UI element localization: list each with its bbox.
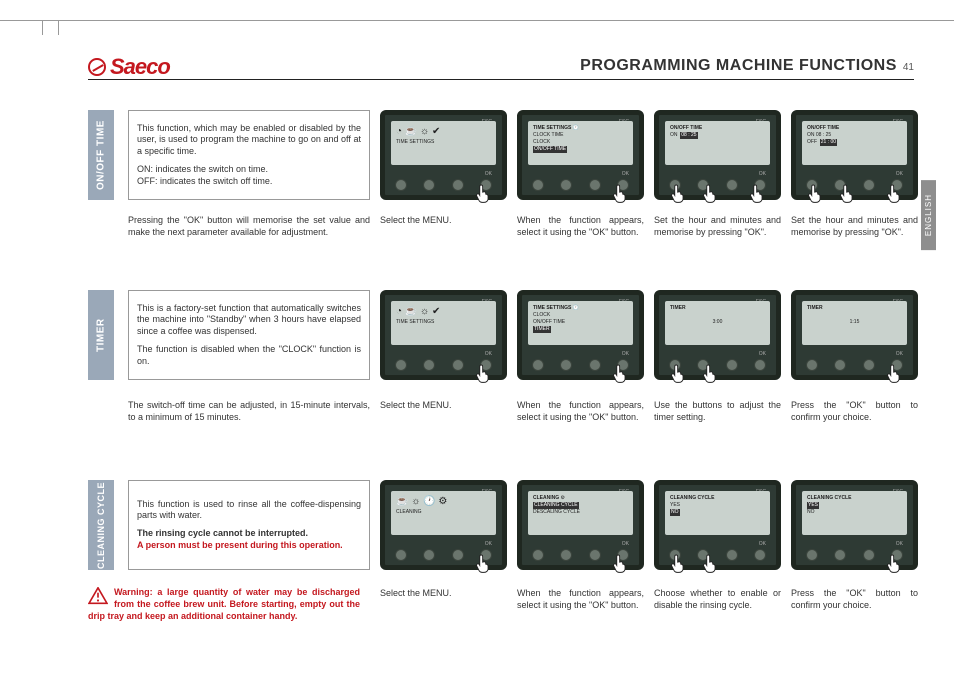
display-onoff-1: ESC ◔ ☕ ☼ ✔ TIME SETTINGS OK [380, 110, 507, 200]
display-cleaning-4: ESC CLEANING CYCLE YES NO OK [791, 480, 918, 570]
display-timer-2: ESC TIME SETTINGS 🕐 CLOCK ON/OFF TIME TI… [517, 290, 644, 380]
display-onoff-3: ESC ON/OFF TIME ON 08 : 25 OK [654, 110, 781, 200]
section-label-timer: TIMER [88, 290, 114, 380]
display-onoff-2: ESC TIME SETTINGS 🕐 CLOCK TIME CLOCK ON/… [517, 110, 644, 200]
display-cleaning-1: ESC ☕ ☼ 🕐 ⚙CLEANING OK [380, 480, 507, 570]
display-timer-3: ESC TIMER3:00 OK [654, 290, 781, 380]
menu-icons: ◔ ☕ ☼ ✔ [396, 125, 491, 139]
captions-cleaning: Select the MENU. When the function appea… [88, 588, 914, 611]
section-label-cleaning: CLEANING CYCLE [88, 480, 114, 570]
display-onoff-4: ESC ON/OFF TIME ON 08 : 25 OFF 21 : 00 O… [791, 110, 918, 200]
display-cleaning-2: ESC CLEANING ⚙ CLEANING CYCLE DESCALING … [517, 480, 644, 570]
screen-line: TIME SETTINGS [396, 139, 491, 146]
section-cleaning: CLEANING CYCLE This function is used to … [88, 480, 914, 570]
desc-onoff: This function, which may be enabled or d… [128, 110, 370, 200]
desc-cleaning: This function is used to rinse all the c… [128, 480, 370, 570]
display-timer-1: ESC ◔ ☕ ☼ ✔TIME SETTINGS OK [380, 290, 507, 380]
page-number: 41 [903, 62, 914, 73]
display-timer-4: ESC TIMER1:15 OK [791, 290, 918, 380]
desc-timer: This is a factory-set function that auto… [128, 290, 370, 380]
captions-timer: The switch-off time can be adjusted, in … [88, 400, 914, 423]
display-cleaning-3: ESC CLEANING CYCLE YES NO OK [654, 480, 781, 570]
language-tab: ENGLISH [921, 180, 936, 250]
title-bar: PROGRAMMING MACHINE FUNCTIONS 41 [88, 52, 914, 80]
section-label-onoff: ON/OFF TIME [88, 110, 114, 200]
page-title: PROGRAMMING MACHINE FUNCTIONS [580, 57, 897, 75]
captions-onoff: Pressing the "OK" button will memorise t… [88, 215, 914, 238]
top-rule [0, 20, 954, 21]
section-onoff: ON/OFF TIME This function, which may be … [88, 110, 914, 200]
section-timer: TIMER This is a factory-set function tha… [88, 290, 914, 380]
